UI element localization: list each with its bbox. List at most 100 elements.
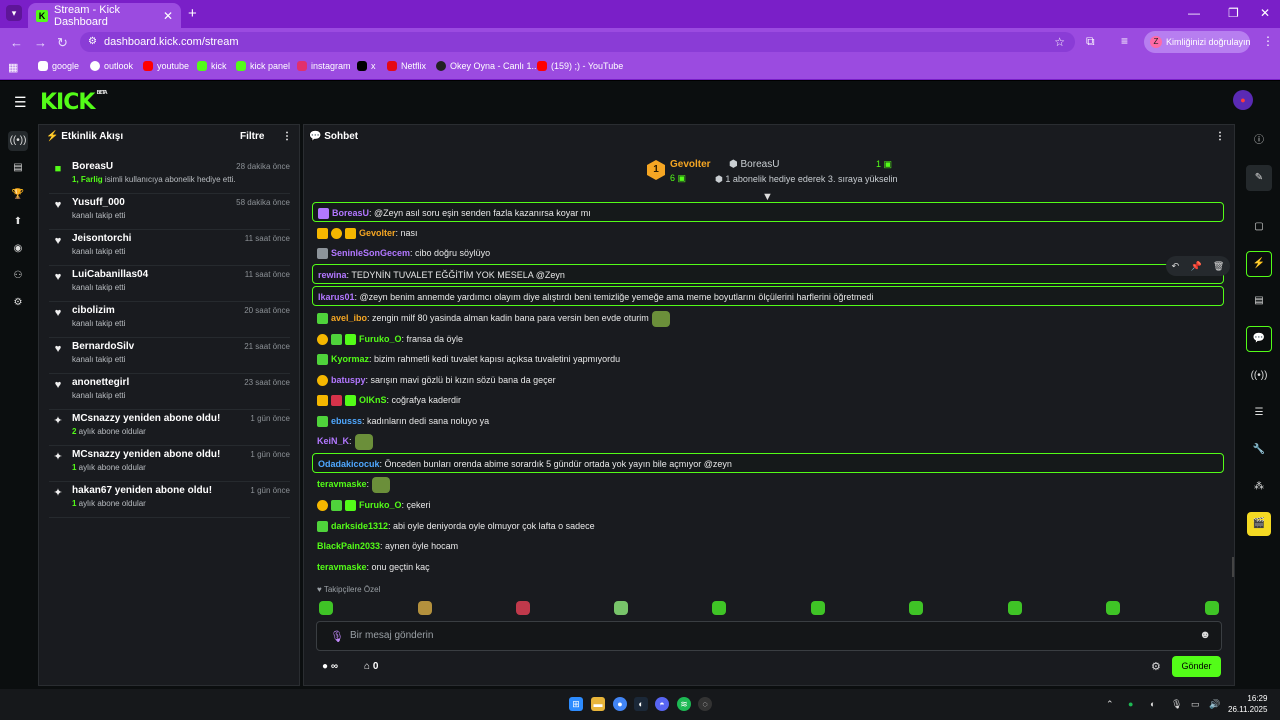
new-tab-icon[interactable]: + [188,5,197,22]
chat-username[interactable]: Odadakicocuk [318,459,380,469]
community-icon[interactable]: ⚇ [8,266,28,286]
emote-8[interactable] [1008,601,1022,615]
settings-icon[interactable]: ⚙ [8,293,28,313]
chat-username[interactable]: teravmaske [317,562,367,572]
chat-message[interactable]: BlackPain2033: aynen öyle hocam [312,536,1224,556]
emote-7[interactable] [909,601,923,615]
verify-identity-button[interactable]: Z Kimliğinizi doğrulayın [1144,31,1251,53]
chat-username[interactable]: avel_ibo [331,313,367,323]
bookmark-okey[interactable]: Okey Oyna - Canlı 1... [436,61,539,71]
wrench-icon[interactable]: 🔧 [1249,440,1269,460]
chrome-icon[interactable]: ● [613,697,627,711]
chat-input[interactable]: 🎙 Bir mesaj gönderin ☻ [316,621,1222,651]
extensions-icon[interactable]: ⧉ [1086,34,1095,49]
broadcast-icon[interactable]: ◉ [8,239,28,259]
url-input[interactable]: ⚙ dashboard.kick.com/stream ☆ [80,32,1075,52]
tray-steam-icon[interactable]: ◐ [1150,699,1155,709]
bookmark-kick[interactable]: kick [197,61,227,71]
trophy-icon[interactable]: 🏆 [8,185,28,205]
taskbar-clock[interactable]: 16:29 26.11.2025 [1228,693,1267,715]
chat-username[interactable]: Furuko_O [359,500,402,510]
activity-item[interactable]: ✦ MCsnazzy yeniden abone oldu! 1 gün önce 1… [49,447,290,482]
tray-network-icon[interactable]: ▭ [1191,699,1200,710]
chat-message[interactable]: KeiN_K: [312,431,1224,451]
chat-message[interactable]: SeninleSonGecem: cibo doğru söylüyo [312,243,1224,263]
notes-icon[interactable]: ▤ [1249,291,1269,311]
activity-item[interactable]: ■ BoreasU 28 dakika önce 1, Farlig isimli k… [49,159,290,194]
tray-volume-icon[interactable]: 🔊 [1209,699,1220,710]
chat-username[interactable]: Furuko_O [359,334,402,344]
activity-item[interactable]: ♥ anonettegirl 23 saat önce kanalı takip et… [49,375,290,410]
bookmark-google[interactable]: google [38,61,79,71]
chat-message[interactable]: darkside1312: abi oyle deniyorda oyle ol… [312,516,1224,536]
gifter-name[interactable]: Gevolter [670,159,711,170]
emote-9[interactable] [1106,601,1120,615]
chat-message[interactable]: avel_ibo: zengin milf 80 yasinda alman k… [312,308,1224,328]
reading-list-icon[interactable]: ≡ [1121,34,1128,48]
chat-message[interactable]: teravmaske: onu geçtin kaç [312,557,1224,577]
bookmark-outlook[interactable]: outlook [90,61,133,71]
chat-message[interactable]: Kyormaz: bizim rahmetli kedi tuvalet kap… [312,349,1224,369]
minimize-icon[interactable]: — [1188,6,1200,20]
window-close-icon[interactable]: ✕ [1260,6,1270,20]
reply-icon[interactable]: ↶ [1172,261,1180,272]
emote-4[interactable] [614,601,628,615]
apps-grid-icon[interactable]: ▦ [8,61,18,74]
bookmark-youtube-159[interactable]: (159) ;) - YouTube [537,61,623,71]
chat-username[interactable]: BoreasU [332,208,369,218]
info-icon[interactable]: ⓘ [1249,131,1269,151]
activity-item[interactable]: ♥ BernardoSilv 21 saat önce kanalı takip et… [49,339,290,374]
emote-5[interactable] [712,601,726,615]
chat-message[interactable]: Furuko_O: fransa da öyle [312,329,1224,349]
chat-username[interactable]: Ikarus01 [318,292,355,302]
chat-username[interactable]: OlKnS [359,395,387,405]
chat-settings-icon[interactable]: ⚙ [1151,660,1161,673]
chat-message[interactable]: ebusss: kadınların dedi sana noluyo ya [312,411,1224,431]
filter-button[interactable]: Filtre [240,131,264,142]
chat-message[interactable]: Gevolter: nası [312,223,1224,243]
tab-search-icon[interactable]: ▾ [6,5,22,21]
emote-3[interactable] [516,601,530,615]
chat-username[interactable]: rewina [318,270,347,280]
delete-icon[interactable]: 🗑 [1213,261,1224,272]
activity-item[interactable]: ✦ MCsnazzy yeniden abone oldu! 1 gün önce 2… [49,411,290,446]
dashboard-icon[interactable]: ▤ [8,158,28,178]
chat-username[interactable]: SeninleSonGecem [331,248,410,258]
chat-username[interactable]: darkside1312 [331,521,388,531]
activity-item[interactable]: ♥ Jeisontorchi 11 saat önce kanalı takip et… [49,231,290,266]
recipient-name[interactable]: ⬢ BoreasU [729,159,779,170]
emote-1[interactable] [319,601,333,615]
layers-icon[interactable]: ☰ [1249,403,1269,423]
emote-10[interactable] [1205,601,1219,615]
chat-bubble-icon[interactable]: 💬 [1246,326,1272,352]
discord-icon[interactable]: ◓ [655,697,669,711]
kick-logo[interactable]: KICK BETA [40,90,108,115]
bookmark-netflix[interactable]: Netflix [387,61,426,71]
send-button[interactable]: Gönder [1172,656,1221,677]
chat-message[interactable]: teravmaske: [312,474,1224,494]
maximize-icon[interactable]: ❐ [1228,6,1239,20]
chat-message[interactable]: batuspy: sarışın mavi gözlü bi kızın söz… [312,370,1224,390]
spotify-icon[interactable]: ≋ [677,697,691,711]
bookmark-instagram[interactable]: instagram [297,61,351,71]
store-button[interactable]: ⌂ 0 [364,661,378,672]
tab-kick-dashboard[interactable]: K Stream - Kick Dashboard ✕ [28,3,181,28]
bookmark-youtube[interactable]: youtube [143,61,189,71]
activity-item[interactable]: ✦ hakan67 yeniden abone oldu! 1 gün önce 1 … [49,483,290,518]
nodes-icon[interactable]: ⁂ [1249,477,1269,497]
start-icon[interactable]: ⊞ [569,697,583,711]
steam-icon[interactable]: ◐ [634,697,648,711]
upload-icon[interactable]: ⬆ [8,212,28,232]
emote-6[interactable] [811,601,825,615]
bookmark-kick-panel[interactable]: kick panel [236,61,290,71]
emoji-icon[interactable]: ☻ [1199,629,1211,641]
browser-menu-icon[interactable]: ⋮ [1262,34,1274,48]
chat-message[interactable]: Odadakicocuk: Önceden bunları orenda abi… [312,453,1224,473]
hamburger-menu-icon[interactable]: ☰ [14,94,27,111]
tab-close-icon[interactable]: ✕ [163,9,173,23]
preview-icon[interactable]: ▢ [1249,217,1269,237]
chat-message[interactable]: OlKnS: coğrafya kaderdir [312,390,1224,410]
chat-more-icon[interactable]: ⋮ [1215,131,1225,142]
chat-username[interactable]: teravmaske [317,479,367,489]
tray-chevron-icon[interactable]: ⌃ [1106,699,1114,710]
